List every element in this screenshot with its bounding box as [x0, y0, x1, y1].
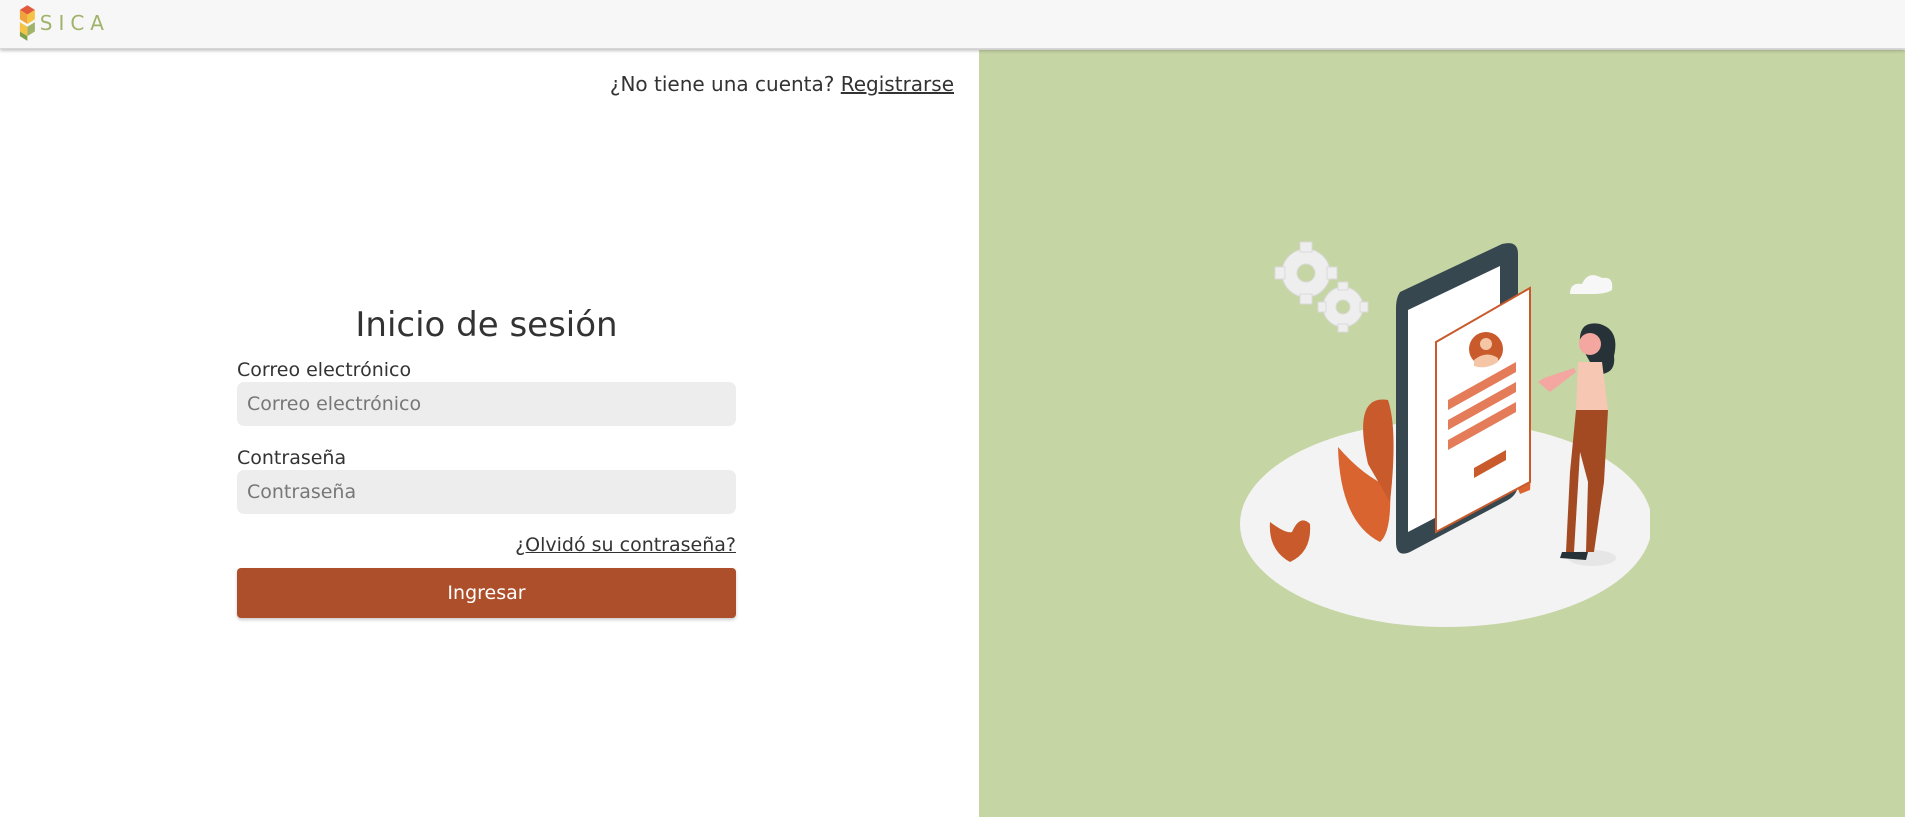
page-title: Inicio de sesión: [355, 305, 618, 345]
register-link[interactable]: Registrarse: [841, 72, 954, 96]
forgot-password-row: ¿Olvidó su contraseña?: [237, 534, 736, 556]
login-button[interactable]: Ingresar: [237, 568, 736, 618]
login-panel: ¿No tiene una cuenta? Registrarse Inicio…: [0, 50, 979, 817]
email-field[interactable]: [237, 382, 736, 426]
forgot-password-link[interactable]: ¿Olvidó su contraseña?: [515, 534, 736, 556]
email-label: Correo electrónico: [237, 359, 412, 381]
signup-prompt: ¿No tiene una cuenta? Registrarse: [610, 72, 954, 96]
login-form: Inicio de sesión Correo electrónico Cont…: [237, 305, 736, 618]
password-field[interactable]: [237, 470, 736, 514]
top-navbar: SICA: [0, 0, 1905, 49]
signup-prompt-text: ¿No tiene una cuenta?: [609, 72, 835, 96]
brand-name: SICA: [39, 11, 110, 35]
sica-logo-icon: [19, 5, 35, 41]
brand-logo[interactable]: SICA: [18, 4, 110, 42]
mobile-profile-illustration-icon: [1240, 241, 1650, 627]
password-label: Contraseña: [237, 447, 347, 469]
